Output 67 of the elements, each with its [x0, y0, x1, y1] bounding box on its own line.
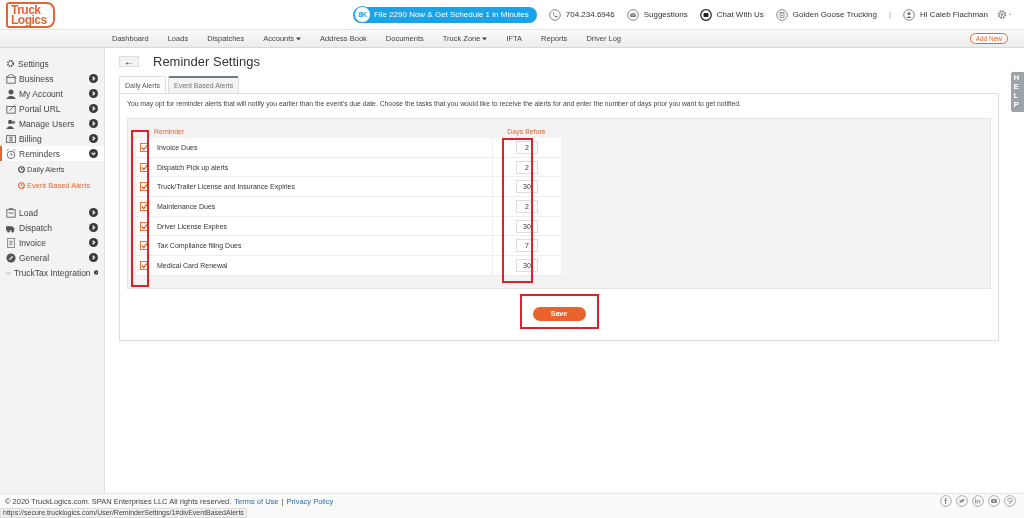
- chevron-icon[interactable]: [93, 268, 98, 277]
- sidebar-item[interactable]: Load: [0, 205, 104, 220]
- header-link[interactable]: Golden Goose Trucking: [775, 8, 877, 21]
- twitter-icon[interactable]: [956, 495, 968, 507]
- sidebar-item[interactable]: Manage Users: [0, 116, 104, 131]
- checkbox[interactable]: [140, 241, 149, 251]
- clock-icon: [18, 181, 25, 189]
- chevron-icon[interactable]: [89, 208, 98, 217]
- page-title: Reminder Settings: [153, 53, 260, 69]
- building-icon: [775, 8, 788, 21]
- sidebar-item-icon: [6, 237, 16, 248]
- gear-icon: [6, 59, 15, 68]
- sidebar-item-icon: [6, 118, 16, 129]
- checkbox[interactable]: [140, 260, 149, 270]
- checkbox[interactable]: [140, 162, 149, 172]
- sidebar-item[interactable]: Billing: [0, 131, 104, 146]
- link-label[interactable]: Suggestions: [643, 10, 688, 19]
- checkbox[interactable]: [140, 142, 149, 152]
- youtube-icon[interactable]: [988, 495, 1000, 507]
- sidebar-item[interactable]: Invoice: [0, 235, 104, 250]
- caret-icon[interactable]: [482, 36, 488, 41]
- caret-icon[interactable]: [296, 36, 302, 41]
- chevron-icon[interactable]: [89, 253, 98, 262]
- sidebar-item[interactable]: Business: [0, 71, 104, 86]
- sidebar-item[interactable]: Dispatch: [0, 220, 104, 235]
- sidebar-item[interactable]: Portal URL: [0, 101, 104, 116]
- user-link[interactable]: Hi Caleb Flachman: [902, 8, 988, 21]
- sidebar-item-icon: [6, 73, 16, 84]
- separator: |: [888, 10, 891, 19]
- facebook-icon[interactable]: [940, 495, 952, 507]
- checkbox[interactable]: [140, 201, 149, 211]
- linkedin-icon[interactable]: [972, 495, 984, 507]
- sidebar-item-icon: [6, 148, 16, 159]
- settings-icon[interactable]: [996, 9, 1014, 20]
- sidebar-item-icon: [6, 103, 16, 114]
- link-label[interactable]: Golden Goose Trucking: [792, 10, 877, 19]
- clock-icon: [18, 165, 25, 173]
- sidebar-item-icon: [6, 88, 16, 99]
- chevron-icon[interactable]: [89, 74, 98, 83]
- chevron-icon[interactable]: [89, 119, 98, 128]
- header-link[interactable]: Chat With Us: [699, 8, 764, 21]
- checkbox[interactable]: [140, 182, 149, 192]
- back-button[interactable]: ←: [119, 55, 139, 67]
- sidebar-item[interactable]: TruckTax Integration: [0, 265, 104, 280]
- sidebar-item[interactable]: General: [0, 250, 104, 265]
- user-icon: [902, 8, 915, 21]
- chevron-icon[interactable]: [89, 134, 98, 143]
- mail-icon: [626, 8, 639, 21]
- header-link[interactable]: 704.234.6946: [548, 8, 615, 21]
- sidebar-item-icon: [6, 133, 16, 144]
- chevron-icon[interactable]: [89, 223, 98, 232]
- link-label[interactable]: Chat With Us: [716, 10, 764, 19]
- chevron-icon[interactable]: [89, 104, 98, 113]
- phone-icon: [548, 8, 561, 21]
- chevron-icon[interactable]: [89, 149, 98, 158]
- sidebar-heading: Settings: [18, 58, 50, 69]
- sidebar-item[interactable]: My Account: [0, 86, 104, 101]
- chat-icon: [699, 8, 712, 21]
- chevron-icon[interactable]: [89, 89, 98, 98]
- checkbox[interactable]: [140, 221, 149, 231]
- sidebar-item-icon: [6, 207, 16, 218]
- link-label[interactable]: 704.234.6946: [565, 10, 615, 19]
- user-name[interactable]: Hi Caleb Flachman: [919, 10, 988, 19]
- chevron-icon[interactable]: [89, 238, 98, 247]
- sidebar-item-icon: [6, 252, 16, 263]
- header-link[interactable]: Suggestions: [626, 8, 688, 21]
- sidebar-item[interactable]: Reminders: [0, 146, 104, 161]
